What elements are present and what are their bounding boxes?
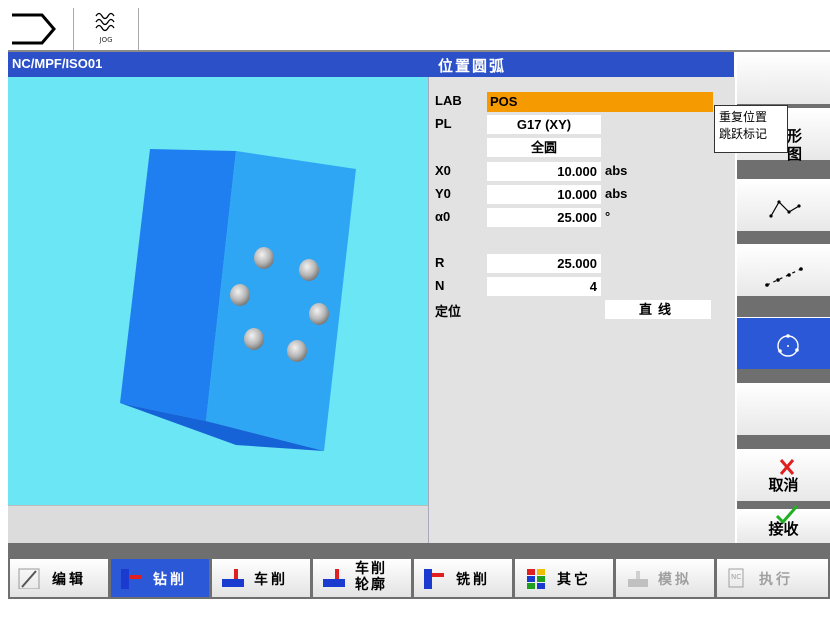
- hsk-edit[interactable]: 编辑: [10, 559, 108, 597]
- hsk-mill[interactable]: 铣削: [414, 559, 512, 597]
- hsk-edit-label: 编辑: [52, 572, 86, 588]
- row-pl: PL G17 (XY): [429, 114, 735, 136]
- row-positioning: 定位 直线: [429, 299, 735, 321]
- hsk-contour-turn[interactable]: 车削 轮廓: [313, 559, 411, 597]
- hsk-misc[interactable]: 其它: [515, 559, 613, 597]
- drill-icon: [121, 569, 141, 589]
- hsk-mill-label: 铣削: [456, 572, 490, 588]
- status-strip: [8, 543, 830, 557]
- circle-pattern-icon: [777, 334, 799, 357]
- hsk-turn-label: 车削: [254, 572, 288, 588]
- help-graphic: [8, 77, 428, 505]
- accept-label: 接收: [768, 520, 799, 538]
- r-label: R: [435, 255, 445, 270]
- vsk-cancel[interactable]: 取消: [737, 449, 830, 501]
- hsk-contour-line2: 轮廓: [355, 577, 387, 593]
- title-bar: NC/MPF/ISO01 位置圆弧: [8, 52, 734, 77]
- n-input[interactable]: 4: [487, 277, 601, 296]
- vsk-row-pattern[interactable]: [737, 244, 830, 296]
- row-full-circle: 全圆: [429, 137, 735, 159]
- hsk-execute[interactable]: NC 执行: [717, 559, 828, 597]
- mill-icon: [424, 569, 444, 589]
- execute-icon: NC: [728, 568, 744, 588]
- simulate-icon: [628, 571, 648, 587]
- dotted-row-icon: [765, 267, 803, 287]
- graphic-footer: [8, 505, 428, 544]
- hsk-contour-line1: 车削: [355, 561, 387, 577]
- row-y0: Y0 10.000 abs: [429, 184, 735, 206]
- bottom-area: [8, 599, 830, 628]
- row-lab: LAB POS: [429, 91, 735, 113]
- horizontal-softkey-bar: 编辑 钻削 车削 车削 轮廓 铣削 其它 模拟 NC 执行: [8, 557, 830, 599]
- hsk-simulate-label: 模拟: [658, 572, 692, 588]
- x0-input[interactable]: 10.000: [487, 162, 601, 181]
- contour-turn-icon: [323, 569, 345, 587]
- plane-select[interactable]: G17 (XY): [487, 115, 601, 134]
- zigzag-icon: [769, 200, 801, 218]
- vsk-empty[interactable]: [737, 383, 830, 435]
- row-n: N 4: [429, 276, 735, 298]
- lab-label: LAB: [435, 93, 462, 108]
- cancel-label: 取消: [768, 476, 799, 494]
- full-circle-toggle[interactable]: 全圆: [487, 138, 601, 157]
- page-title: 位置圆弧: [438, 57, 507, 75]
- jog-mode-button[interactable]: JOG: [74, 8, 139, 50]
- hsk-misc-label: 其它: [557, 572, 591, 588]
- jog-label: JOG: [99, 36, 113, 44]
- lab-input[interactable]: POS: [487, 92, 713, 112]
- vsk-circle-pattern[interactable]: [737, 317, 830, 369]
- jog-wave-icon: [95, 12, 115, 32]
- vsk-1[interactable]: [737, 52, 830, 104]
- pl-label: PL: [435, 116, 452, 131]
- tooltip-line1: 重复位置: [719, 110, 768, 124]
- row-a0: α0 25.000 °: [429, 207, 735, 229]
- a0-input[interactable]: 25.000: [487, 208, 601, 227]
- n-label: N: [435, 278, 445, 293]
- hsk-turn[interactable]: 车削: [212, 559, 310, 597]
- row-x0: X0 10.000 abs: [429, 161, 735, 183]
- y0-input[interactable]: 10.000: [487, 185, 601, 204]
- positioning-label: 定位: [435, 304, 462, 319]
- tooltip-line2: 跳跃标记: [719, 127, 768, 141]
- back-arrow-icon[interactable]: [8, 8, 74, 50]
- hsk-contour-turn-label: 车削 轮廓: [355, 561, 387, 593]
- vsk-line-pattern[interactable]: [737, 179, 830, 231]
- vsk-accept[interactable]: 接收: [737, 505, 830, 543]
- turn-icon: [222, 569, 244, 587]
- top-toolbar: JOG: [8, 8, 830, 52]
- x0-unit: abs: [605, 163, 628, 178]
- softkey-tooltip: 重复位置 跳跃标记: [714, 105, 788, 153]
- program-path: NC/MPF/ISO01: [12, 56, 103, 71]
- svg-text:NC: NC: [731, 573, 741, 581]
- positioning-select[interactable]: 直线: [605, 300, 711, 319]
- hsk-simulate[interactable]: 模拟: [616, 559, 714, 597]
- misc-icon: [527, 569, 545, 589]
- y0-label: Y0: [435, 186, 451, 201]
- graphic-view-label: 形图: [787, 127, 803, 163]
- parameter-form: LAB POS PL G17 (XY) 全圆 X0 10.000 abs Y0 …: [428, 77, 735, 543]
- a0-unit: °: [605, 209, 611, 224]
- r-input[interactable]: 25.000: [487, 254, 601, 273]
- row-r: R 25.000: [429, 253, 735, 275]
- x0-label: X0: [435, 163, 451, 178]
- workpiece-illustration: [120, 149, 356, 451]
- hsk-execute-label: 执行: [759, 572, 793, 588]
- a0-label: α0: [435, 209, 451, 224]
- hsk-drill[interactable]: 钻削: [111, 559, 209, 597]
- y0-unit: abs: [605, 186, 628, 201]
- edit-icon: [18, 568, 40, 589]
- hsk-drill-label: 钻削: [153, 572, 187, 588]
